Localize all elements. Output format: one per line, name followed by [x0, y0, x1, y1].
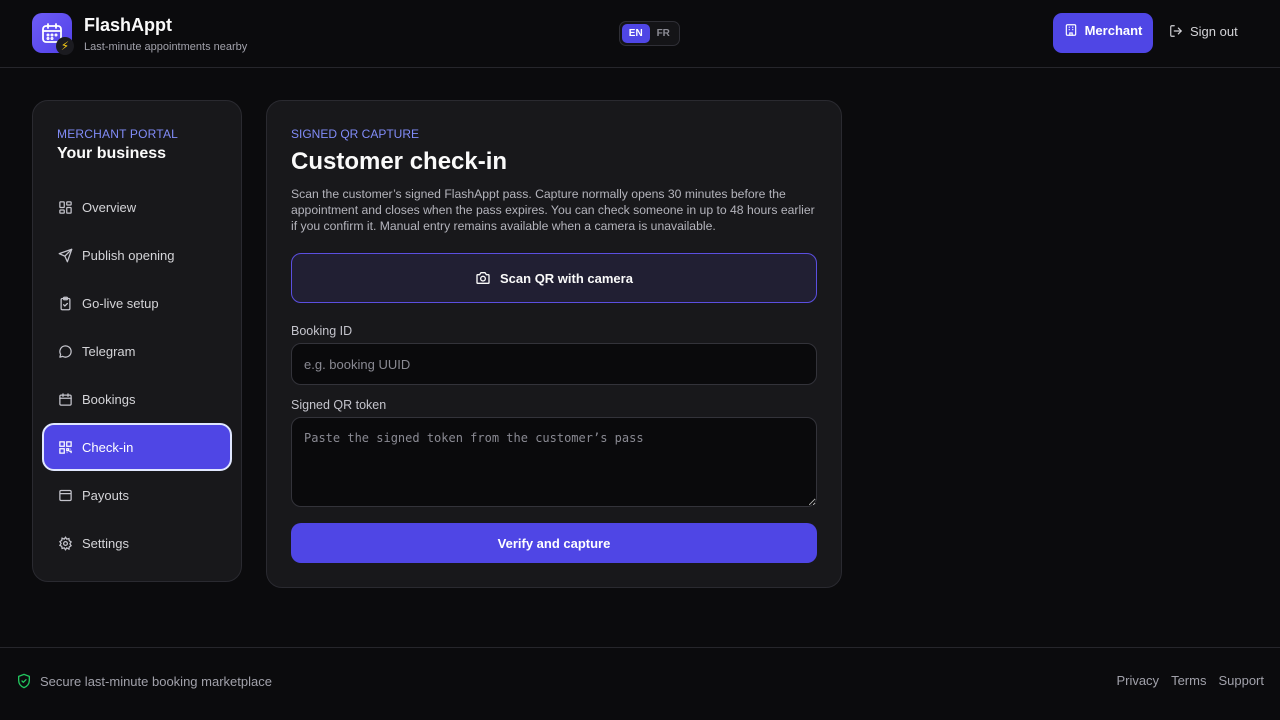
lightning-icon: ⚡	[56, 37, 74, 55]
sign-out-label: Sign out	[1190, 23, 1238, 39]
scan-qr-label: Scan QR with camera	[500, 270, 633, 286]
signed-token-label: Signed QR token	[291, 398, 387, 412]
qr-code-icon	[59, 440, 72, 454]
sidebar-item-label: Go-live setup	[82, 295, 159, 311]
app-logo[interactable]: ⚡	[32, 13, 74, 55]
clipboard-check-icon	[60, 296, 71, 310]
sidebar-item-payouts[interactable]: Payouts	[42, 471, 232, 519]
app-name: FlashAppt	[84, 15, 172, 35]
secure-text: Secure last-minute booking marketplace	[40, 673, 272, 689]
sidebar-item-telegram[interactable]: Telegram	[42, 327, 232, 375]
sidebar-item-bookings[interactable]: Bookings	[42, 375, 232, 423]
check-in-card: SIGNED QR CAPTURE Customer check-in Scan…	[266, 100, 842, 588]
language-en-button[interactable]: EN	[622, 24, 650, 43]
send-icon	[58, 248, 73, 262]
booking-id-label: Booking ID	[291, 324, 353, 338]
sidebar-item-label: Bookings	[82, 391, 136, 407]
sidebar-item-label: Settings	[82, 535, 129, 551]
log-out-icon	[1170, 25, 1182, 37]
privacy-link[interactable]: Privacy	[1116, 673, 1159, 688]
sidebar-item-go-live-setup[interactable]: Go-live setup	[42, 279, 232, 327]
building-icon	[1065, 24, 1076, 36]
merchant-sidebar: MERCHANT PORTAL Your business Overview P…	[32, 100, 242, 582]
merchant-button-label: Merchant	[1084, 22, 1143, 38]
sidebar-item-label: Check-in	[82, 439, 134, 455]
sidebar-item-label: Payouts	[82, 487, 129, 503]
card-eyebrow: SIGNED QR CAPTURE	[291, 127, 420, 141]
gear-icon	[58, 535, 72, 551]
top-header: ⚡ FlashAppt Last-minute appointments nea…	[0, 0, 1280, 68]
sidebar-item-label: Telegram	[82, 343, 136, 359]
merchant-button[interactable]: Merchant	[1053, 13, 1153, 53]
sidebar-item-label: Publish opening	[82, 247, 175, 263]
support-link[interactable]: Support	[1218, 673, 1264, 688]
calendar-icon	[59, 392, 72, 406]
footer: Secure last-minute booking marketplace P…	[0, 647, 1280, 720]
verify-capture-button[interactable]: Verify and capture	[291, 523, 817, 563]
camera-icon	[476, 272, 490, 284]
language-switcher: EN FR	[619, 21, 680, 46]
booking-id-input[interactable]	[291, 343, 817, 385]
grid-icon	[59, 200, 72, 214]
chat-bubble-icon	[59, 344, 72, 358]
footer-links: Privacy Terms Support	[1116, 673, 1264, 688]
sidebar-item-overview[interactable]: Overview	[42, 183, 232, 231]
language-fr-button[interactable]: FR	[650, 24, 678, 43]
sign-out-button[interactable]: Sign out	[1169, 20, 1238, 42]
secure-note: Secure last-minute booking marketplace	[16, 673, 272, 689]
shield-check-icon	[18, 673, 30, 689]
sidebar-item-publish-opening[interactable]: Publish opening	[42, 231, 232, 279]
wallet-icon	[59, 489, 72, 501]
page-title: Customer check-in	[291, 148, 508, 175]
signed-token-input[interactable]	[291, 417, 817, 507]
card-description: Scan the customer’s signed FlashAppt pas…	[291, 187, 815, 233]
sidebar-eyebrow: MERCHANT PORTAL	[57, 127, 179, 141]
sidebar-title: Your business	[57, 145, 167, 162]
sidebar-item-check-in[interactable]: Check-in	[42, 423, 232, 471]
app-tagline: Last-minute appointments nearby	[84, 41, 248, 53]
sidebar-item-settings[interactable]: Settings	[42, 519, 232, 567]
terms-link[interactable]: Terms	[1171, 673, 1206, 688]
scan-qr-button[interactable]: Scan QR with camera	[291, 253, 817, 303]
sidebar-item-label: Overview	[82, 199, 137, 215]
